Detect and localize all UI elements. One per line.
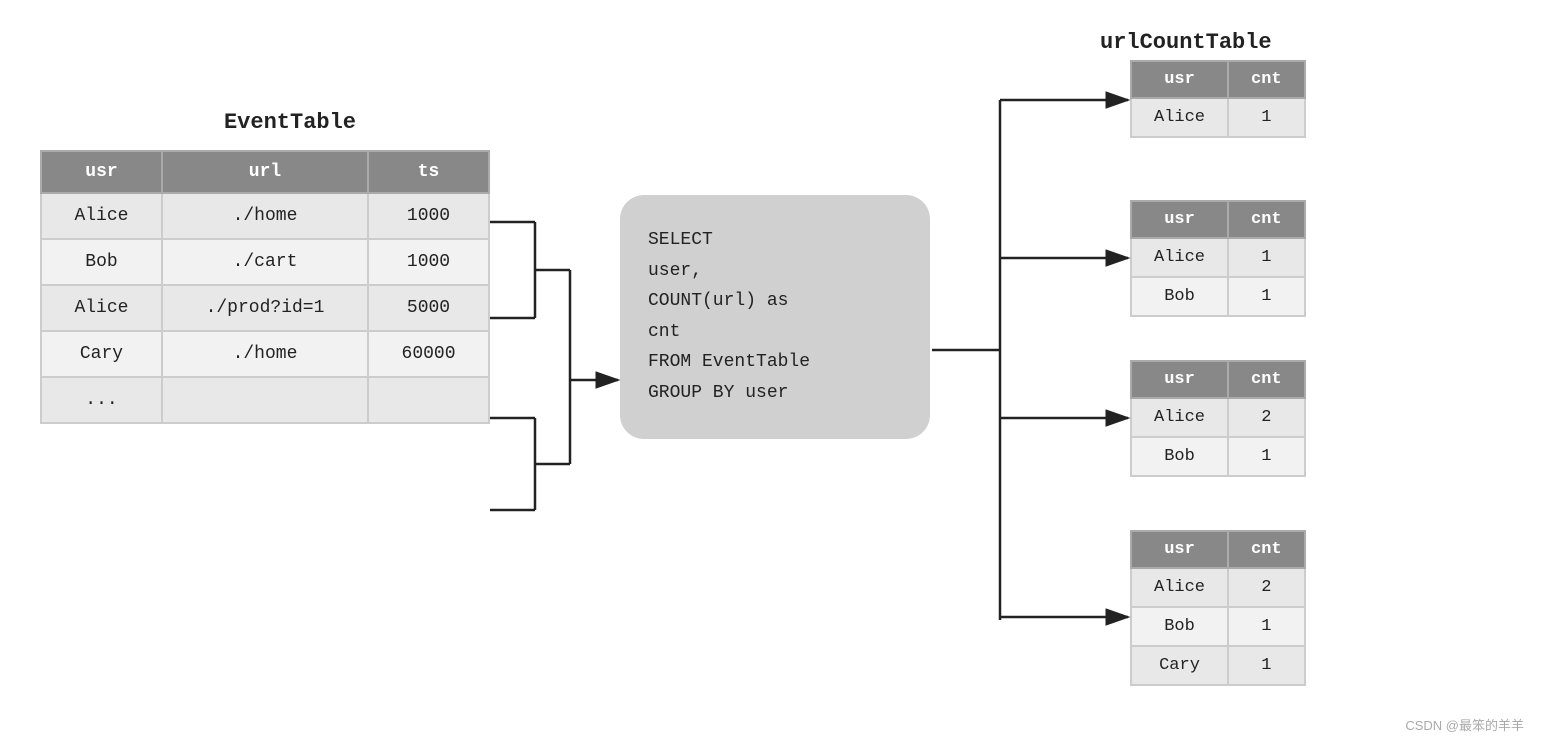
url-count-table-title: urlCountTable	[1100, 30, 1272, 55]
rt3-header-cnt: cnt	[1228, 361, 1305, 398]
cell: 2	[1228, 568, 1305, 607]
cell: 1	[1228, 277, 1305, 316]
cell: Alice	[1131, 238, 1228, 277]
cell: Bob	[41, 239, 162, 285]
rt2-header-cnt: cnt	[1228, 201, 1305, 238]
cell: ./home	[162, 331, 368, 377]
cell: 1	[1228, 98, 1305, 137]
cell: Cary	[1131, 646, 1228, 685]
table-row: Cary ./home 60000	[41, 331, 489, 377]
cell: 1	[1228, 437, 1305, 476]
table-row: Cary 1	[1131, 646, 1305, 685]
cell: Alice	[1131, 98, 1228, 137]
rt4-header-cnt: cnt	[1228, 531, 1305, 568]
table-row: Alice 2	[1131, 398, 1305, 437]
result-table-3: usr cnt Alice 2 Bob 1	[1130, 360, 1306, 477]
table-row: Alice 2	[1131, 568, 1305, 607]
sql-line6: GROUP BY user	[648, 378, 902, 409]
sql-line1: SELECT	[648, 225, 902, 256]
cell: Alice	[41, 285, 162, 331]
rt3-header-usr: usr	[1131, 361, 1228, 398]
table-row: Bob 1	[1131, 437, 1305, 476]
cell: 1	[1228, 646, 1305, 685]
table-row: Alice 1	[1131, 98, 1305, 137]
rt2-header-usr: usr	[1131, 201, 1228, 238]
cell: 2	[1228, 398, 1305, 437]
sql-line4: cnt	[648, 317, 902, 348]
rt4-header-usr: usr	[1131, 531, 1228, 568]
watermark: CSDN @最笨的羊羊	[1405, 715, 1524, 734]
rt1-header-cnt: cnt	[1228, 61, 1305, 98]
cell: Alice	[41, 193, 162, 239]
cell: 1000	[368, 239, 489, 285]
cell: ./home	[162, 193, 368, 239]
table-row: Bob 1	[1131, 277, 1305, 316]
table-row: Bob 1	[1131, 607, 1305, 646]
event-table: usr url ts Alice ./home 1000 Bob ./cart …	[40, 150, 490, 424]
cell: 60000	[368, 331, 489, 377]
table-row: ...	[41, 377, 489, 423]
result-table-2: usr cnt Alice 1 Bob 1	[1130, 200, 1306, 317]
sql-box: SELECT user, COUNT(url) as cnt FROM Even…	[620, 195, 930, 439]
cell: ./cart	[162, 239, 368, 285]
cell: Alice	[1131, 398, 1228, 437]
cell	[368, 377, 489, 423]
sql-line3: COUNT(url) as	[648, 286, 902, 317]
table-row: Alice ./prod?id=1 5000	[41, 285, 489, 331]
event-table-title: EventTable	[100, 110, 480, 135]
rt1-header-usr: usr	[1131, 61, 1228, 98]
result-table-1: usr cnt Alice 1	[1130, 60, 1306, 138]
cell: 1	[1228, 607, 1305, 646]
cell: Cary	[41, 331, 162, 377]
cell: Bob	[1131, 437, 1228, 476]
cell	[162, 377, 368, 423]
cell: ...	[41, 377, 162, 423]
cell: ./prod?id=1	[162, 285, 368, 331]
sql-line5: FROM EventTable	[648, 347, 902, 378]
table-row: Bob ./cart 1000	[41, 239, 489, 285]
cell: Alice	[1131, 568, 1228, 607]
table-row: Alice 1	[1131, 238, 1305, 277]
cell: Bob	[1131, 277, 1228, 316]
sql-line2: user,	[648, 256, 902, 287]
table-row: Alice ./home 1000	[41, 193, 489, 239]
event-table-header-usr: usr	[41, 151, 162, 193]
cell: 1000	[368, 193, 489, 239]
cell: 5000	[368, 285, 489, 331]
event-table-header-ts: ts	[368, 151, 489, 193]
cell: Bob	[1131, 607, 1228, 646]
diagram-container: EventTable usr url ts Alice ./home 1000 …	[0, 0, 1542, 752]
event-table-header-url: url	[162, 151, 368, 193]
cell: 1	[1228, 238, 1305, 277]
result-table-4: usr cnt Alice 2 Bob 1 Cary 1	[1130, 530, 1306, 686]
